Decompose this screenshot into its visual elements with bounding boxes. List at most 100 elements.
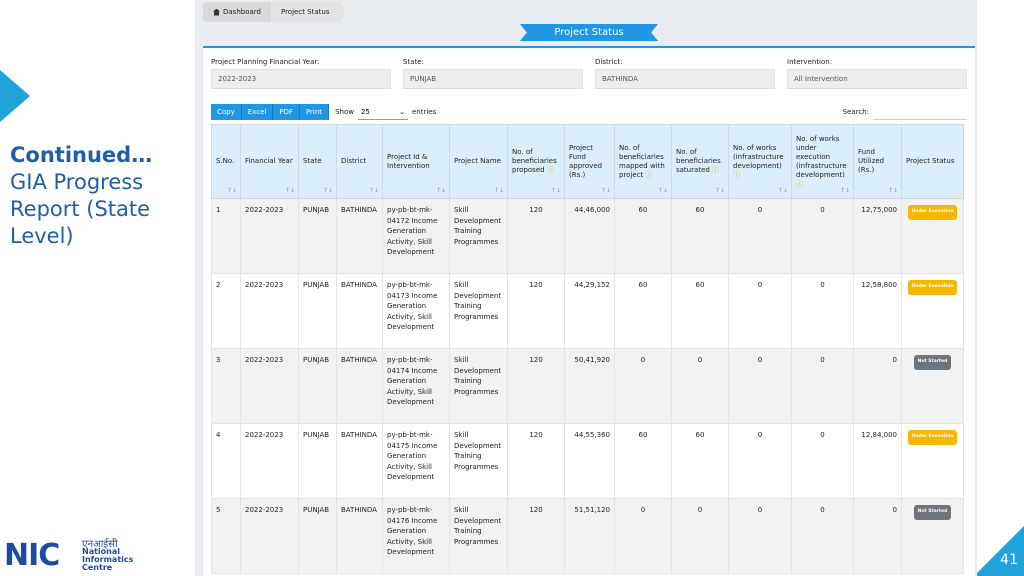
cell-financial-year: 2022-2023 (240, 498, 299, 574)
cell-beneficiaries-mapped[interactable]: 60 (614, 423, 672, 499)
district-select[interactable]: BATHINDA (595, 69, 775, 89)
col-beneficiaries-proposed[interactable]: No. of beneficiaries proposed ⓘ ↑↓ (507, 124, 565, 199)
filter-state-label: State: (403, 58, 424, 66)
sort-icon: ↑↓ (887, 187, 898, 194)
slide-title: Continued… GIA Progress Report (State Le… (10, 142, 185, 250)
intervention-select[interactable]: All Intervention (787, 69, 967, 89)
sort-icon: ↑↓ (550, 187, 561, 194)
cell-state: PUNJAB (298, 423, 337, 499)
col-project-id-label: Project Id & Intervention (387, 152, 430, 170)
status-badge: Not Started (913, 505, 952, 520)
cell-beneficiaries-saturated: 0 (671, 498, 729, 574)
cell-project-name: Skill Development Training Programmes (449, 348, 508, 424)
slide-title-text: GIA Progress Report (State Level) (10, 170, 151, 248)
cell-fund-approved: 44,46,000 (564, 198, 615, 274)
cell-district: BATHINDA (336, 273, 383, 349)
cell-fund-utilized: 0 (853, 348, 902, 424)
col-project-name[interactable]: Project Name ↑↓ (449, 124, 508, 199)
project-status-card: Project Planning Financial Year: 2022-20… (203, 46, 975, 576)
cell-fund-approved: 44,29,152 (564, 273, 615, 349)
col-beneficiaries-mapped-label: No. of beneficiaries mapped with project (619, 143, 665, 179)
cell-project-name: Skill Development Training Programmes (449, 423, 508, 499)
cell-district: BATHINDA (336, 498, 383, 574)
state-select[interactable]: PUNJAB (403, 69, 583, 89)
excel-button[interactable]: Excel (241, 104, 274, 120)
col-state[interactable]: State ↑↓ (298, 124, 337, 199)
cell-beneficiaries-mapped[interactable]: 60 (614, 273, 672, 349)
app-screenshot: Dashboard Project Status Project Status … (195, 0, 977, 576)
col-fund-utilized-label: Fund Utilized (Rs.) (858, 148, 885, 174)
col-works[interactable]: No. of works (infrastructure development… (728, 124, 792, 199)
pdf-button[interactable]: PDF (273, 104, 300, 120)
chevron-down-icon: ⌄ (399, 107, 405, 116)
table-row: 1 2022-2023 PUNJAB BATHINDA py-pb-bt-mk-0417… (211, 198, 964, 274)
slide-arrow-decoration (0, 70, 30, 122)
col-district[interactable]: District ↑↓ (336, 124, 383, 199)
copy-button[interactable]: Copy (211, 104, 242, 120)
cell-state: PUNJAB (298, 198, 337, 274)
page-size-select[interactable]: 25 ⌄ (357, 104, 408, 120)
col-district-label: District (341, 157, 367, 165)
sort-icon: ↑↓ (322, 187, 333, 194)
sort-icon: ↑↓ (777, 187, 788, 194)
cell-sno: 4 (211, 423, 241, 499)
filter-district: District: BATHINDA (595, 58, 775, 89)
cell-beneficiaries-saturated[interactable]: 60 (671, 198, 729, 274)
table-row: 5 2022-2023 PUNJAB BATHINDA py-pb-bt-mk-0417… (211, 498, 964, 574)
cell-beneficiaries-saturated[interactable]: 60 (671, 273, 729, 349)
col-works-under-execution-label: No. of works under execution (infrastruc… (796, 134, 847, 179)
cell-beneficiaries-mapped: 0 (614, 348, 672, 424)
cell-project-status: Under Execution (901, 273, 964, 349)
col-financial-year-label: Financial Year (245, 157, 293, 165)
col-beneficiaries-saturated[interactable]: No. of beneficiaries saturated ⓘ ↑↓ (671, 124, 729, 199)
cell-project-id: py-pb-bt-mk-04176 Income Generation Acti… (382, 498, 450, 574)
cell-project-status: Not Started (901, 348, 964, 424)
cell-sno: 5 (211, 498, 241, 574)
cell-fund-utilized: 12,75,000 (853, 198, 902, 274)
info-icon: ⓘ (546, 166, 554, 174)
nic-logo: NIC एनआईसी National Informatics Centre (4, 534, 134, 573)
table-row: 2 2022-2023 PUNJAB BATHINDA py-pb-bt-mk-0417… (211, 273, 964, 349)
cell-beneficiaries-mapped[interactable]: 60 (614, 198, 672, 274)
cell-beneficiaries-saturated[interactable]: 60 (671, 423, 729, 499)
cell-works: 0 (728, 348, 792, 424)
col-fund-utilized[interactable]: Fund Utilized (Rs.) ↑↓ (853, 124, 902, 199)
cell-sno: 3 (211, 348, 241, 424)
col-financial-year[interactable]: Financial Year ↑↓ (240, 124, 299, 199)
cell-works-under-execution: 0 (791, 423, 854, 499)
print-button[interactable]: Print (299, 104, 330, 120)
col-works-under-execution[interactable]: No. of works under execution (infrastruc… (791, 124, 854, 199)
status-badge: Under Execution (907, 430, 958, 445)
info-icon: ⓘ (796, 179, 803, 188)
cell-beneficiaries-proposed: 120 (507, 348, 565, 424)
col-sno[interactable]: S.No. ↑↓ (211, 124, 241, 199)
page-size-value: 25 (360, 107, 370, 116)
search-input[interactable] (873, 104, 967, 120)
col-project-status[interactable]: Project Status (901, 124, 964, 199)
financial-year-select[interactable]: 2022-2023 (211, 69, 391, 89)
col-project-id[interactable]: Project Id & Intervention ↑↓ (382, 124, 450, 199)
breadcrumb-dashboard[interactable]: Dashboard (203, 2, 271, 22)
breadcrumb: Dashboard Project Status (203, 2, 346, 22)
cell-project-id: py-pb-bt-mk-04175 Income Generation Acti… (382, 423, 450, 499)
cell-beneficiaries-proposed: 120 (507, 273, 565, 349)
cell-beneficiaries-mapped: 0 (614, 498, 672, 574)
cell-project-name: Skill Development Training Programmes (449, 198, 508, 274)
home-icon (213, 8, 220, 16)
col-fund-approved[interactable]: Project Fund approved (Rs.) ↑↓ (564, 124, 615, 199)
cell-state: PUNJAB (298, 273, 337, 349)
cell-district: BATHINDA (336, 198, 383, 274)
nic-logo-mark: NIC (4, 538, 60, 573)
cell-state: PUNJAB (298, 498, 337, 574)
cell-project-status: Under Execution (901, 198, 964, 274)
col-project-status-label: Project Status (906, 157, 955, 165)
info-icon: ⓘ (733, 170, 740, 179)
cell-project-id: py-pb-bt-mk-04174 Income Generation Acti… (382, 348, 450, 424)
info-icon: ⓘ (712, 166, 720, 174)
col-project-name-label: Project Name (454, 157, 501, 165)
col-beneficiaries-mapped[interactable]: No. of beneficiaries mapped with project… (614, 124, 672, 199)
sort-icon: ↑↓ (284, 187, 295, 194)
info-icon: ⓘ (645, 170, 653, 179)
cell-fund-utilized: 12,84,000 (853, 423, 902, 499)
slide-title-bold: Continued… (10, 143, 153, 167)
